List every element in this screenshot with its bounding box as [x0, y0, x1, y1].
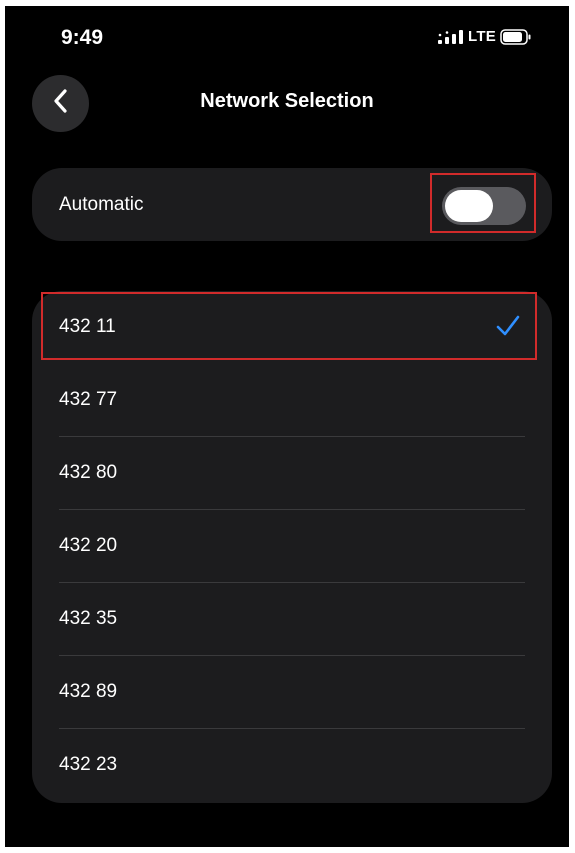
toggle-knob [445, 190, 493, 222]
phone-screen: 9:49 LTE Network Selection Automatic 432… [5, 6, 569, 847]
automatic-row: Automatic [32, 168, 552, 241]
automatic-toggle[interactable] [442, 187, 526, 225]
network-list: 432 11 432 77 432 80 432 20 432 35 432 8… [32, 291, 552, 803]
network-row-432-80[interactable]: 432 80 [32, 437, 552, 510]
signal-icon [438, 29, 464, 44]
network-label: 432 20 [59, 535, 118, 556]
network-label: 432 80 [59, 462, 118, 483]
network-row-432-23[interactable]: 432 23 [32, 729, 552, 802]
network-row-432-11[interactable]: 432 11 [32, 291, 552, 364]
network-row-432-77[interactable]: 432 77 [32, 364, 552, 437]
network-label: 432 35 [59, 608, 118, 629]
network-label: 432 23 [59, 754, 118, 775]
network-row-432-35[interactable]: 432 35 [32, 583, 552, 656]
status-indicators: LTE [438, 28, 532, 45]
automatic-label: Automatic [59, 194, 144, 215]
network-row-432-20[interactable]: 432 20 [32, 510, 552, 583]
network-type-label: LTE [468, 28, 497, 45]
network-label: 432 77 [59, 389, 118, 410]
network-label: 432 89 [59, 681, 118, 702]
status-time: 9:49 [61, 26, 104, 49]
network-label: 432 11 [59, 316, 116, 337]
network-row-432-89[interactable]: 432 89 [32, 656, 552, 729]
battery-icon [500, 28, 532, 45]
check-icon [495, 314, 521, 343]
page-title: Network Selection [200, 90, 374, 112]
status-bar: 9:49 LTE [5, 6, 569, 66]
